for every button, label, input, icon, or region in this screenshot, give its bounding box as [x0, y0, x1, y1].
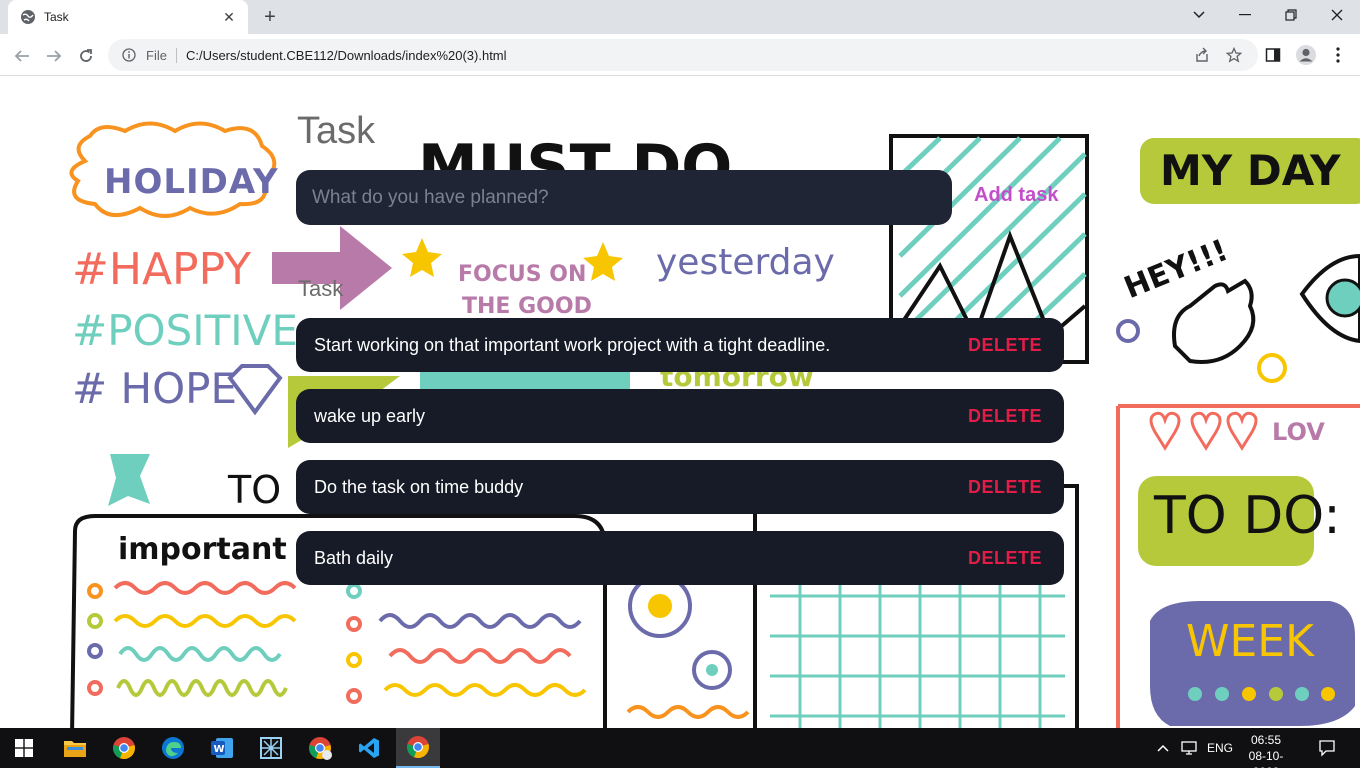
share-icon[interactable] — [1192, 45, 1212, 65]
task-item: wake up early DELETE — [296, 389, 1064, 443]
browser-tab-bar: Task ✕ + — [0, 0, 1360, 34]
chrome-profile-icon[interactable] — [298, 728, 342, 768]
svg-text:W: W — [214, 744, 225, 755]
word-icon[interactable]: W — [200, 728, 244, 768]
globe-icon — [20, 9, 36, 25]
address-bar[interactable]: File C:/Users/student.CBE112/Downloads/i… — [108, 39, 1258, 71]
doodle-yesterday: yesterday — [656, 242, 835, 283]
chrome-icon[interactable] — [102, 728, 146, 768]
tasks-section-label: Task — [298, 276, 344, 301]
doodle-the-good: THE GOOD — [462, 294, 592, 319]
system-clock[interactable]: 06:55 08-10-2023 — [1238, 732, 1294, 780]
delete-task-button[interactable]: DELETE — [968, 477, 1042, 498]
page-title: Task — [297, 110, 376, 152]
delete-task-button[interactable]: DELETE — [968, 406, 1042, 427]
language-indicator[interactable]: ENG — [1207, 728, 1233, 768]
doodle-hope: # HOPE — [72, 364, 238, 413]
snipping-tool-icon[interactable] — [249, 728, 293, 768]
add-task-button[interactable]: Add task — [974, 184, 1058, 207]
tray-chevron-icon[interactable] — [1156, 728, 1170, 768]
doodle-happy: #HAPPY — [72, 244, 252, 295]
bookmark-star-icon[interactable] — [1224, 45, 1244, 65]
new-task-input[interactable] — [296, 170, 952, 225]
task-text: Bath daily — [314, 547, 394, 568]
new-tab-icon[interactable]: + — [258, 6, 282, 28]
file-explorer-icon[interactable] — [53, 728, 97, 768]
reload-icon[interactable] — [72, 42, 100, 70]
tab-close-icon[interactable]: ✕ — [220, 9, 238, 26]
task-item: Start working on that important work pro… — [296, 318, 1064, 372]
doodle-important: important — [118, 532, 287, 567]
browser-tab[interactable]: Task ✕ — [8, 0, 248, 34]
tab-search-icon[interactable] — [1176, 0, 1222, 30]
delete-task-button[interactable]: DELETE — [968, 548, 1042, 569]
clock-date: 08-10-2023 — [1248, 749, 1284, 779]
site-info-icon[interactable] — [120, 46, 138, 64]
doodle-love: LOV — [1272, 418, 1325, 446]
doodle-to-do: TO DO: — [1154, 486, 1341, 546]
task-item: Do the task on time buddy DELETE — [296, 460, 1064, 514]
restore-icon[interactable] — [1268, 0, 1314, 30]
notifications-icon[interactable] — [1318, 728, 1336, 768]
address-url[interactable]: C:/Users/student.CBE112/Downloads/index%… — [186, 48, 507, 63]
doodle-holiday: HOLIDAY — [104, 162, 279, 202]
task-item: Bath daily DELETE — [296, 531, 1064, 585]
address-scheme: File — [146, 47, 177, 63]
page-viewport: HOLIDAY #HAPPY #POSITIVE # HOPE TO impor… — [0, 76, 1360, 728]
vscode-icon[interactable] — [347, 728, 391, 768]
forward-icon[interactable] — [40, 42, 68, 70]
minimize-icon[interactable] — [1222, 0, 1268, 30]
profile-avatar-icon[interactable] — [1295, 44, 1317, 66]
delete-task-button[interactable]: DELETE — [968, 335, 1042, 356]
windows-start-icon[interactable] — [2, 728, 46, 768]
network-icon[interactable] — [1180, 728, 1198, 768]
task-text: Start working on that important work pro… — [314, 334, 831, 355]
tab-title: Task — [44, 10, 69, 24]
task-text: wake up early — [314, 405, 426, 426]
clock-time: 06:55 — [1250, 733, 1282, 747]
task-text: Do the task on time buddy — [314, 476, 524, 497]
menu-kebab-icon[interactable] — [1327, 44, 1349, 66]
doodle-week: WEEK — [1186, 616, 1314, 667]
doodle-my-day: MY DAY — [1160, 146, 1341, 195]
doodle-to: TO — [228, 468, 282, 512]
chrome-active-icon[interactable] — [396, 728, 440, 768]
edge-icon[interactable] — [151, 728, 195, 768]
doodle-positive: #POSITIVE — [72, 306, 298, 355]
windows-taskbar: W ENG 06:55 08-10-2023 — [0, 728, 1360, 779]
doodle-focus: FOCUS ON — [458, 262, 587, 287]
browser-toolbar: File C:/Users/student.CBE112/Downloads/i… — [0, 34, 1360, 76]
back-icon[interactable] — [8, 42, 36, 70]
close-window-icon[interactable] — [1314, 0, 1360, 30]
side-panel-icon[interactable] — [1262, 44, 1284, 66]
